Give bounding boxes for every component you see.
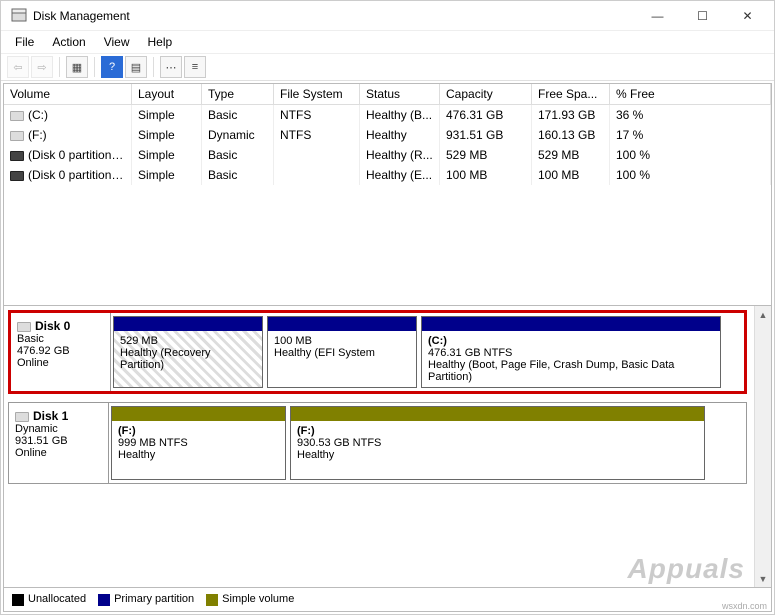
toolbar-separator [153, 57, 154, 77]
menu-view[interactable]: View [96, 33, 138, 51]
table-row[interactable]: (Disk 0 partition 1)SimpleBasicHealthy (… [4, 145, 771, 165]
scroll-down-icon[interactable]: ▼ [755, 570, 771, 587]
drive-icon [10, 111, 24, 121]
disk-row[interactable]: Disk 0Basic476.92 GBOnline529 MBHealthy … [8, 310, 747, 394]
maximize-button[interactable]: ☐ [680, 2, 725, 30]
disk-row[interactable]: Disk 1Dynamic931.51 GBOnline(F:)999 MB N… [8, 402, 747, 484]
drive-icon [10, 171, 24, 181]
window-title: Disk Management [33, 9, 635, 23]
forward-button[interactable]: ⇨ [31, 56, 53, 78]
partition[interactable]: (F:)999 MB NTFSHealthy [111, 406, 286, 480]
volume-list-body[interactable]: (C:)SimpleBasicNTFSHealthy (B...476.31 G… [4, 105, 771, 305]
source-footer: wsxdn.com [722, 601, 767, 611]
scrollbar-vertical[interactable]: ▲ ▼ [754, 306, 771, 587]
toolbar-button-action1[interactable]: ⋯ [160, 56, 182, 78]
toolbar-button-settings[interactable]: ▤ [125, 56, 147, 78]
legend-unallocated: Unallocated [12, 593, 86, 605]
disk-info: Disk 1Dynamic931.51 GBOnline [9, 403, 109, 483]
partition-header [291, 407, 704, 421]
partition-header [422, 317, 720, 331]
column-header-volume[interactable]: Volume [4, 84, 132, 104]
partition[interactable]: (C:)476.31 GB NTFSHealthy (Boot, Page Fi… [421, 316, 721, 388]
disk-map-pane[interactable]: Disk 0Basic476.92 GBOnline529 MBHealthy … [4, 306, 771, 587]
menu-file[interactable]: File [7, 33, 42, 51]
content-area: Volume Layout Type File System Status Ca… [3, 83, 772, 612]
column-header-freespace[interactable]: Free Spa... [532, 84, 610, 104]
table-row[interactable]: (Disk 0 partition 2)SimpleBasicHealthy (… [4, 165, 771, 185]
toolbar-button-view[interactable]: ▦ [66, 56, 88, 78]
volume-list-header: Volume Layout Type File System Status Ca… [4, 84, 771, 105]
column-header-status[interactable]: Status [360, 84, 440, 104]
partition[interactable]: 100 MBHealthy (EFI System [267, 316, 417, 388]
app-icon [11, 8, 27, 24]
menubar: File Action View Help [1, 31, 774, 53]
partition-header [112, 407, 285, 421]
toolbar: ⇦ ⇨ ▦ ? ▤ ⋯ ≡ [1, 53, 774, 81]
toolbar-separator [59, 57, 60, 77]
table-row[interactable]: (F:)SimpleDynamicNTFSHealthy931.51 GB160… [4, 125, 771, 145]
partition[interactable]: (F:)930.53 GB NTFSHealthy [290, 406, 705, 480]
column-header-layout[interactable]: Layout [132, 84, 202, 104]
table-row[interactable]: (C:)SimpleBasicNTFSHealthy (B...476.31 G… [4, 105, 771, 125]
disk-partitions: 529 MBHealthy (Recovery Partition)100 MB… [111, 313, 744, 391]
partition-header [268, 317, 416, 331]
menu-action[interactable]: Action [44, 33, 93, 51]
toolbar-button-action2[interactable]: ≡ [184, 56, 206, 78]
titlebar: Disk Management — ☐ ✕ [1, 1, 774, 31]
back-button[interactable]: ⇦ [7, 56, 29, 78]
scroll-up-icon[interactable]: ▲ [755, 306, 771, 323]
menu-help[interactable]: Help [140, 33, 181, 51]
legend: Unallocated Primary partition Simple vol… [4, 587, 771, 611]
toolbar-separator [94, 57, 95, 77]
disk-partitions: (F:)999 MB NTFSHealthy(F:)930.53 GB NTFS… [109, 403, 746, 483]
partition-header [114, 317, 262, 331]
help-button[interactable]: ? [101, 56, 123, 78]
column-header-pctfree[interactable]: % Free [610, 84, 771, 104]
legend-simple: Simple volume [206, 593, 294, 605]
column-header-capacity[interactable]: Capacity [440, 84, 532, 104]
disk-management-window: Disk Management — ☐ ✕ File Action View H… [0, 0, 775, 615]
column-header-type[interactable]: Type [202, 84, 274, 104]
disk-icon [15, 412, 29, 422]
close-button[interactable]: ✕ [725, 2, 770, 30]
minimize-button[interactable]: — [635, 2, 680, 30]
column-header-filesystem[interactable]: File System [274, 84, 360, 104]
legend-primary: Primary partition [98, 593, 194, 605]
volume-list: Volume Layout Type File System Status Ca… [4, 84, 771, 306]
partition[interactable]: 529 MBHealthy (Recovery Partition) [113, 316, 263, 388]
disk-info: Disk 0Basic476.92 GBOnline [11, 313, 111, 391]
drive-icon [10, 131, 24, 141]
watermark: Appuals [628, 553, 745, 585]
drive-icon [10, 151, 24, 161]
disk-icon [17, 322, 31, 332]
